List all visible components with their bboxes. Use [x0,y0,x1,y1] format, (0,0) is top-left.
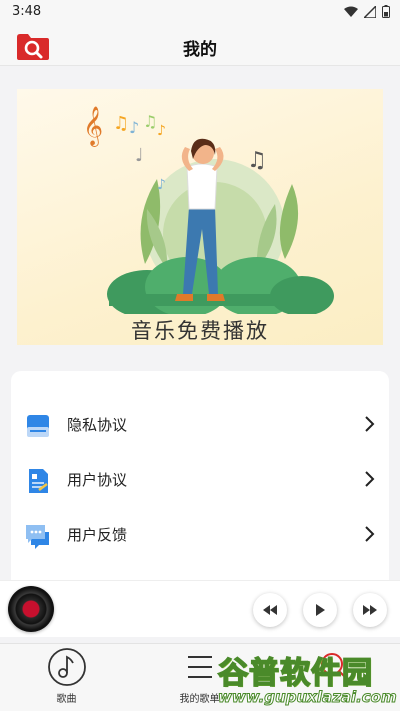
chevron-right-icon [365,471,375,487]
previous-button[interactable] [253,593,287,627]
svg-text:♪: ♪ [129,118,139,137]
app-header: 我的 [0,24,400,66]
svg-text:♪: ♪ [157,177,166,193]
banner-caption: 音乐免费播放 [131,319,269,343]
mini-player[interactable] [0,580,400,637]
svg-text:♫: ♫ [247,148,267,173]
svg-text:♪: ♪ [157,123,166,139]
wifi-icon [344,6,358,17]
watermark-url: www.gupuxlazai.com [218,688,398,707]
status-bar: 3:48 [0,0,400,24]
chat-bubble-icon [26,525,49,549]
status-icons [344,5,390,18]
playlist-icon [187,656,212,678]
tab-label: 歌曲 [56,694,77,705]
status-time: 3:48 [12,4,42,19]
watermark: 谷普软件园 www.gupuxlazai.com [217,648,398,710]
banner-image: 𝄞 ♫ ♪ ♫ ♪ ♩ ♪ ♫ 音乐免费播放 [17,89,383,345]
banner-illustration: 𝄞 ♫ ♪ ♫ ♪ ♩ ♪ ♫ [83,106,334,314]
next-button[interactable] [353,593,387,627]
next-icon [363,605,377,615]
document-icon [29,469,48,493]
menu-item-user-feedback[interactable]: 用户反馈 [11,510,389,560]
music-note-icon [47,648,86,686]
previous-icon [263,605,277,615]
svg-text:♫: ♫ [113,113,129,134]
book-icon [27,415,49,437]
svg-text:𝄞: 𝄞 [83,106,103,147]
menu-item-label: 用户协议 [67,471,128,489]
play-button[interactable] [303,593,337,627]
svg-text:♩: ♩ [135,145,144,166]
menu-item-privacy-policy[interactable]: 隐私协议 [11,400,389,450]
menu-item-label: 隐私协议 [67,416,128,434]
page-title: 我的 [183,40,217,60]
watermark-title: 谷普软件园 [217,655,373,692]
battery-icon [382,5,390,18]
play-icon [316,604,325,616]
tab-songs[interactable]: 歌曲 [0,644,133,711]
svg-text:♫: ♫ [143,112,157,131]
chevron-right-icon [365,526,375,542]
vinyl-disc-icon[interactable] [8,586,54,632]
chevron-right-icon [365,416,375,432]
menu-item-label: 用户反馈 [67,526,128,544]
menu-item-user-agreement[interactable]: 用户协议 [11,455,389,505]
signal-icon [364,5,376,18]
settings-menu: 隐私协议 用户协议 用户反馈 [11,371,389,611]
